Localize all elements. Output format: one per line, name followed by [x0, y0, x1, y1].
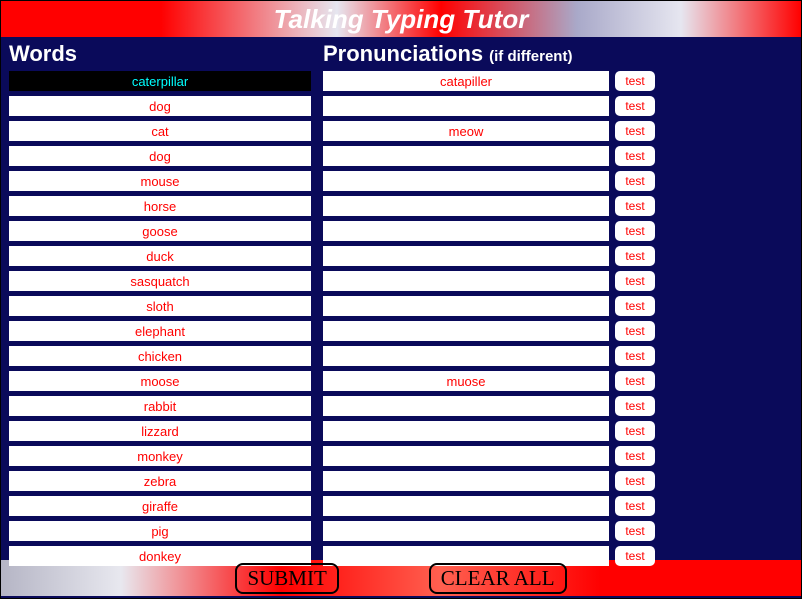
- test-button[interactable]: test: [615, 321, 655, 341]
- pronunciation-input[interactable]: [323, 71, 609, 91]
- word-input[interactable]: [9, 421, 311, 441]
- test-button[interactable]: test: [615, 96, 655, 116]
- word-input[interactable]: [9, 121, 311, 141]
- test-button[interactable]: test: [615, 121, 655, 141]
- word-input[interactable]: [9, 171, 311, 191]
- pronunciation-input[interactable]: [323, 171, 609, 191]
- word-input[interactable]: [9, 521, 311, 541]
- title-bar: Talking Typing Tutor: [1, 1, 801, 37]
- pronunciation-input[interactable]: [323, 246, 609, 266]
- word-input[interactable]: [9, 446, 311, 466]
- word-input[interactable]: [9, 96, 311, 116]
- pronunciation-input[interactable]: [323, 421, 609, 441]
- pronunciation-input[interactable]: [323, 446, 609, 466]
- test-button[interactable]: test: [615, 421, 655, 441]
- word-input[interactable]: [9, 496, 311, 516]
- word-input[interactable]: [9, 371, 311, 391]
- words-header-label: Words: [9, 41, 77, 67]
- pronunciation-input[interactable]: [323, 396, 609, 416]
- test-button[interactable]: test: [615, 471, 655, 491]
- pronunciations-column: Pronunciations (if different): [323, 41, 609, 560]
- test-button[interactable]: test: [615, 446, 655, 466]
- test-button[interactable]: test: [615, 546, 655, 566]
- test-button[interactable]: test: [615, 271, 655, 291]
- test-button[interactable]: test: [615, 496, 655, 516]
- pronunciation-input[interactable]: [323, 96, 609, 116]
- content-area: Words Pronunciations (if different) test…: [1, 37, 801, 560]
- word-input[interactable]: [9, 71, 311, 91]
- test-button[interactable]: test: [615, 296, 655, 316]
- pronunciation-input[interactable]: [323, 221, 609, 241]
- test-button[interactable]: test: [615, 71, 655, 91]
- word-input[interactable]: [9, 271, 311, 291]
- test-button[interactable]: test: [615, 371, 655, 391]
- test-column: test test test test test test test test test test…: [615, 41, 659, 560]
- pronunciation-input[interactable]: [323, 346, 609, 366]
- pronunciation-input[interactable]: [323, 521, 609, 541]
- pronunciation-input[interactable]: [323, 471, 609, 491]
- test-button[interactable]: test: [615, 171, 655, 191]
- test-button[interactable]: test: [615, 221, 655, 241]
- clear-all-button[interactable]: CLEAR ALL: [429, 563, 567, 594]
- test-button[interactable]: test: [615, 146, 655, 166]
- pronunciations-header-sub: (if different): [489, 48, 572, 65]
- pronunciations-header: Pronunciations (if different): [323, 41, 609, 71]
- word-input[interactable]: [9, 146, 311, 166]
- word-input[interactable]: [9, 196, 311, 216]
- test-button[interactable]: test: [615, 521, 655, 541]
- word-input[interactable]: [9, 471, 311, 491]
- pronunciation-input[interactable]: [323, 496, 609, 516]
- test-button[interactable]: test: [615, 346, 655, 366]
- words-column: Words: [9, 41, 311, 560]
- pronunciation-input[interactable]: [323, 371, 609, 391]
- test-button[interactable]: test: [615, 196, 655, 216]
- test-button[interactable]: test: [615, 396, 655, 416]
- app-title: Talking Typing Tutor: [274, 4, 529, 35]
- word-input[interactable]: [9, 321, 311, 341]
- word-input[interactable]: [9, 296, 311, 316]
- word-input[interactable]: [9, 246, 311, 266]
- words-header: Words: [9, 41, 311, 71]
- word-input[interactable]: [9, 396, 311, 416]
- word-input[interactable]: [9, 221, 311, 241]
- pronunciation-input[interactable]: [323, 121, 609, 141]
- test-button[interactable]: test: [615, 246, 655, 266]
- submit-button[interactable]: SUBMIT: [235, 563, 338, 594]
- pronunciation-input[interactable]: [323, 321, 609, 341]
- word-input[interactable]: [9, 346, 311, 366]
- pronunciation-input[interactable]: [323, 271, 609, 291]
- pronunciation-input[interactable]: [323, 146, 609, 166]
- pronunciation-input[interactable]: [323, 196, 609, 216]
- pronunciation-input[interactable]: [323, 296, 609, 316]
- pronunciations-header-label: Pronunciations: [323, 41, 483, 67]
